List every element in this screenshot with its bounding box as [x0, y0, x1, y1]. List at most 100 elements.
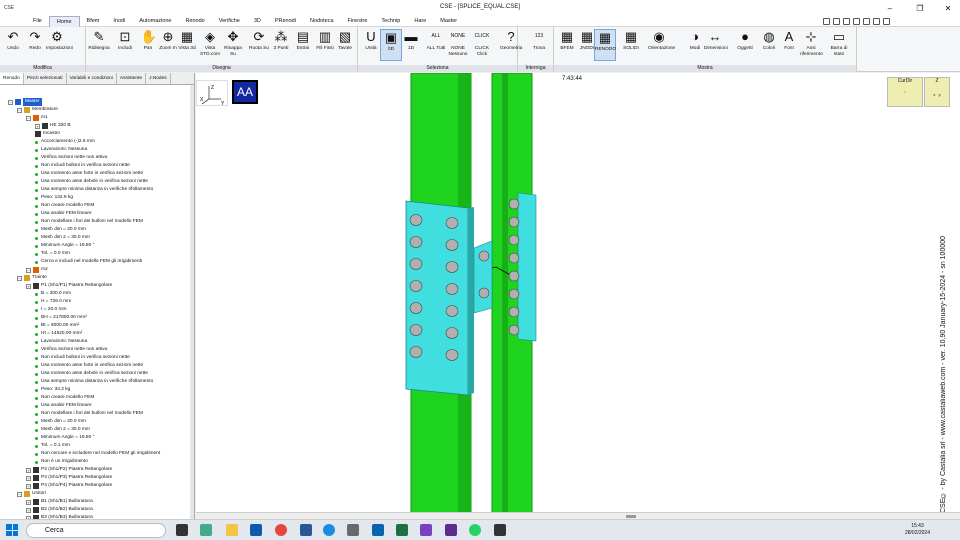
- help-icon[interactable]: [883, 18, 890, 25]
- tree-node[interactable]: Non includi bulloni in verifica sezioni …: [35, 162, 130, 170]
- ribbon-button-vista-std-com[interactable]: ◈ Vista STD.com: [199, 29, 221, 61]
- tree-node[interactable]: Minimum Angle = 19.80 °: [35, 434, 95, 442]
- taskbar-clock[interactable]: 15:43 28/02/2024: [905, 523, 930, 537]
- undo-icon[interactable]: [843, 18, 850, 25]
- ribbon-button-solidi[interactable]: ▦ SOLIDI: [620, 29, 642, 61]
- cse-icon[interactable]: [494, 524, 506, 536]
- menu-item-file[interactable]: File: [26, 16, 49, 27]
- tree-node[interactable]: + P2 (Sh1/P2) Piastra Rettangolare: [26, 466, 112, 474]
- left-tab-assistente[interactable]: Assistente: [117, 73, 147, 84]
- tree-node[interactable]: − Trainte: [17, 274, 47, 282]
- ribbon-button-pan[interactable]: ✋ Pan: [137, 29, 159, 61]
- ribbon-button-renodo[interactable]: ▦ RENODO: [594, 29, 616, 61]
- ribbon-button-impostazioni[interactable]: ⚙ Impostazioni: [46, 29, 73, 61]
- tree-node[interactable]: Usa analisi FEM lineare: [35, 210, 92, 218]
- expand-toggle-icon[interactable]: +: [26, 507, 31, 513]
- tree-node[interactable]: + P1 (Sh1/P1) Piastra Rettangolare: [26, 282, 112, 290]
- ribbon-button-1d[interactable]: ▬ 1D: [400, 29, 422, 61]
- tree-node[interactable]: Non creare modello FEM: [35, 394, 94, 402]
- app-icon-4[interactable]: [445, 524, 457, 536]
- curdir-widget[interactable]: CurDir ✓: [887, 77, 923, 107]
- ribbon-button-bfem[interactable]: ▦ BFEM: [556, 29, 578, 61]
- left-tab-pezzi-selezionati[interactable]: Pezzi selezionati: [24, 73, 67, 84]
- tree-node[interactable]: Incastro: [35, 130, 60, 138]
- tree-node[interactable]: − Unitori: [17, 490, 46, 498]
- tree-node[interactable]: Non cercare e includere nel modello FEM …: [35, 450, 160, 458]
- expand-toggle-icon[interactable]: −: [17, 491, 22, 497]
- explorer-icon[interactable]: [226, 524, 238, 536]
- ribbon-button-ruota-su[interactable]: ⟳ Ruota Su: [248, 29, 270, 61]
- tree-node[interactable]: Accorciamento (-)2.5 mm: [35, 138, 95, 146]
- taskview-icon[interactable]: [176, 524, 188, 536]
- app-icon-3[interactable]: [347, 524, 359, 536]
- menu-item-finestre[interactable]: Finestre: [341, 16, 375, 27]
- tree-node[interactable]: Usa momento asse forte in verifica sezio…: [35, 362, 143, 370]
- tree-node[interactable]: BH = 217800.00 mm²: [35, 314, 87, 322]
- minimize-icon[interactable]: –: [876, 0, 904, 16]
- menu-item-automazione[interactable]: Automazione: [132, 16, 178, 27]
- tree-node[interactable]: Lavorazioni: Nessuna: [35, 338, 87, 346]
- menu-item-inodi[interactable]: Inodi: [106, 16, 132, 27]
- ribbon-button-tavole[interactable]: ▧ Tavole: [334, 29, 356, 61]
- ribbon-button-click-click[interactable]: CLICK CLICK Click: [471, 29, 493, 61]
- tree-node[interactable]: Verifica sezioni nette non attiva: [35, 154, 107, 162]
- left-tab-renodo[interactable]: Renodo: [0, 73, 24, 84]
- z-axis-widget[interactable]: Zx y: [924, 77, 950, 107]
- menu-item-hare[interactable]: Hare: [407, 16, 433, 27]
- visual-studio-icon[interactable]: [420, 524, 432, 536]
- view-scrollbar[interactable]: [196, 512, 960, 519]
- tree-node[interactable]: Tol. = 0.0 mm: [35, 250, 70, 258]
- tree-node[interactable]: Mesh dim = 20.0 mm: [35, 418, 86, 426]
- tree-node[interactable]: Mesh dim 2 = 30.0 mm: [35, 426, 90, 434]
- tree-node[interactable]: − Membrature: [17, 106, 58, 114]
- ribbon-button-modi[interactable]: ◑ Modi: [684, 29, 706, 61]
- tree-node[interactable]: Usa analisi FEM lineare: [35, 402, 92, 410]
- tree-node[interactable]: − m1: [26, 114, 48, 122]
- menu-item-nodoteca[interactable]: Nodoteca: [303, 16, 341, 27]
- tree-node[interactable]: Tol. = 0.1 mm: [35, 442, 70, 450]
- ribbon-button-fili-fissi[interactable]: ▥ Fili Fissi: [314, 29, 336, 61]
- ribbon-button-colori[interactable]: ◍ Colori: [758, 29, 780, 61]
- left-tab-j-nodes[interactable]: J.Nodes: [146, 73, 171, 84]
- tree-node[interactable]: Mesh dim = 20.0 mm: [35, 226, 86, 234]
- tree-node[interactable]: Non includi bulloni in verifica sezioni …: [35, 354, 130, 362]
- expand-toggle-icon[interactable]: −: [17, 275, 22, 281]
- word-icon[interactable]: [300, 524, 312, 536]
- ribbon-button-font[interactable]: A Font: [778, 29, 800, 61]
- view-icon[interactable]: [873, 18, 880, 25]
- ribbon-button-3-punti[interactable]: ⁂ 3 Punti: [270, 29, 292, 61]
- maximize-icon[interactable]: ❐: [906, 0, 934, 16]
- expand-toggle-icon[interactable]: +: [35, 123, 40, 129]
- ribbon-button-barra-di-stato[interactable]: ▭ Barra di stato: [828, 29, 850, 61]
- taskbar-search[interactable]: Cerca: [26, 523, 166, 538]
- tree-node[interactable]: t = 20.0 mm: [35, 306, 66, 314]
- excel-icon[interactable]: [396, 524, 408, 536]
- expand-toggle-icon[interactable]: +: [26, 475, 31, 481]
- tree-node[interactable]: − Master: [8, 98, 42, 106]
- tree-node[interactable]: H = 726.0 mm: [35, 298, 71, 306]
- grid-icon[interactable]: [863, 18, 870, 25]
- expand-toggle-icon[interactable]: +: [26, 283, 31, 289]
- ribbon-button-vista-3d[interactable]: ▦ Vista 3d: [176, 29, 198, 61]
- ribbon-button-assi-riferimento[interactable]: ⊹ Assi riferimento: [800, 29, 823, 61]
- outlook-icon[interactable]: [372, 524, 384, 536]
- expand-toggle-icon[interactable]: +: [26, 499, 31, 505]
- expand-toggle-icon[interactable]: −: [26, 267, 31, 273]
- expand-toggle-icon[interactable]: +: [26, 483, 31, 489]
- tree-node[interactable]: + B2 (Sh1/B2) Bullonatura: [26, 506, 93, 514]
- ribbon-button-oggetti[interactable]: ● Oggetti: [734, 29, 756, 61]
- menu-item-renodo[interactable]: Renodo: [178, 16, 211, 27]
- chrome-icon[interactable]: [275, 524, 287, 536]
- tree-scrollbar[interactable]: [190, 85, 194, 519]
- tree-node[interactable]: Usa sempre minima distanza in verifiche …: [35, 378, 153, 386]
- tree-node[interactable]: Non è un irrigidimento: [35, 458, 88, 466]
- tree-node[interactable]: − m2: [26, 266, 48, 274]
- ribbon-button-rinappa-su[interactable]: ✥ Rinappa Su: [222, 29, 244, 61]
- ribbon-button-ridisegna[interactable]: ✎ Ridisegna: [88, 29, 110, 61]
- expand-toggle-icon[interactable]: +: [26, 467, 31, 473]
- scroll-thumb[interactable]: [626, 515, 636, 518]
- aa-button[interactable]: AA: [232, 80, 258, 104]
- tree-node[interactable]: Usa momento asse debole in verifica sezi…: [35, 178, 148, 186]
- ribbon-button-redo[interactable]: ↷ Redo: [24, 29, 46, 61]
- tree-node[interactable]: Bt = 6000.00 mm²: [35, 322, 79, 330]
